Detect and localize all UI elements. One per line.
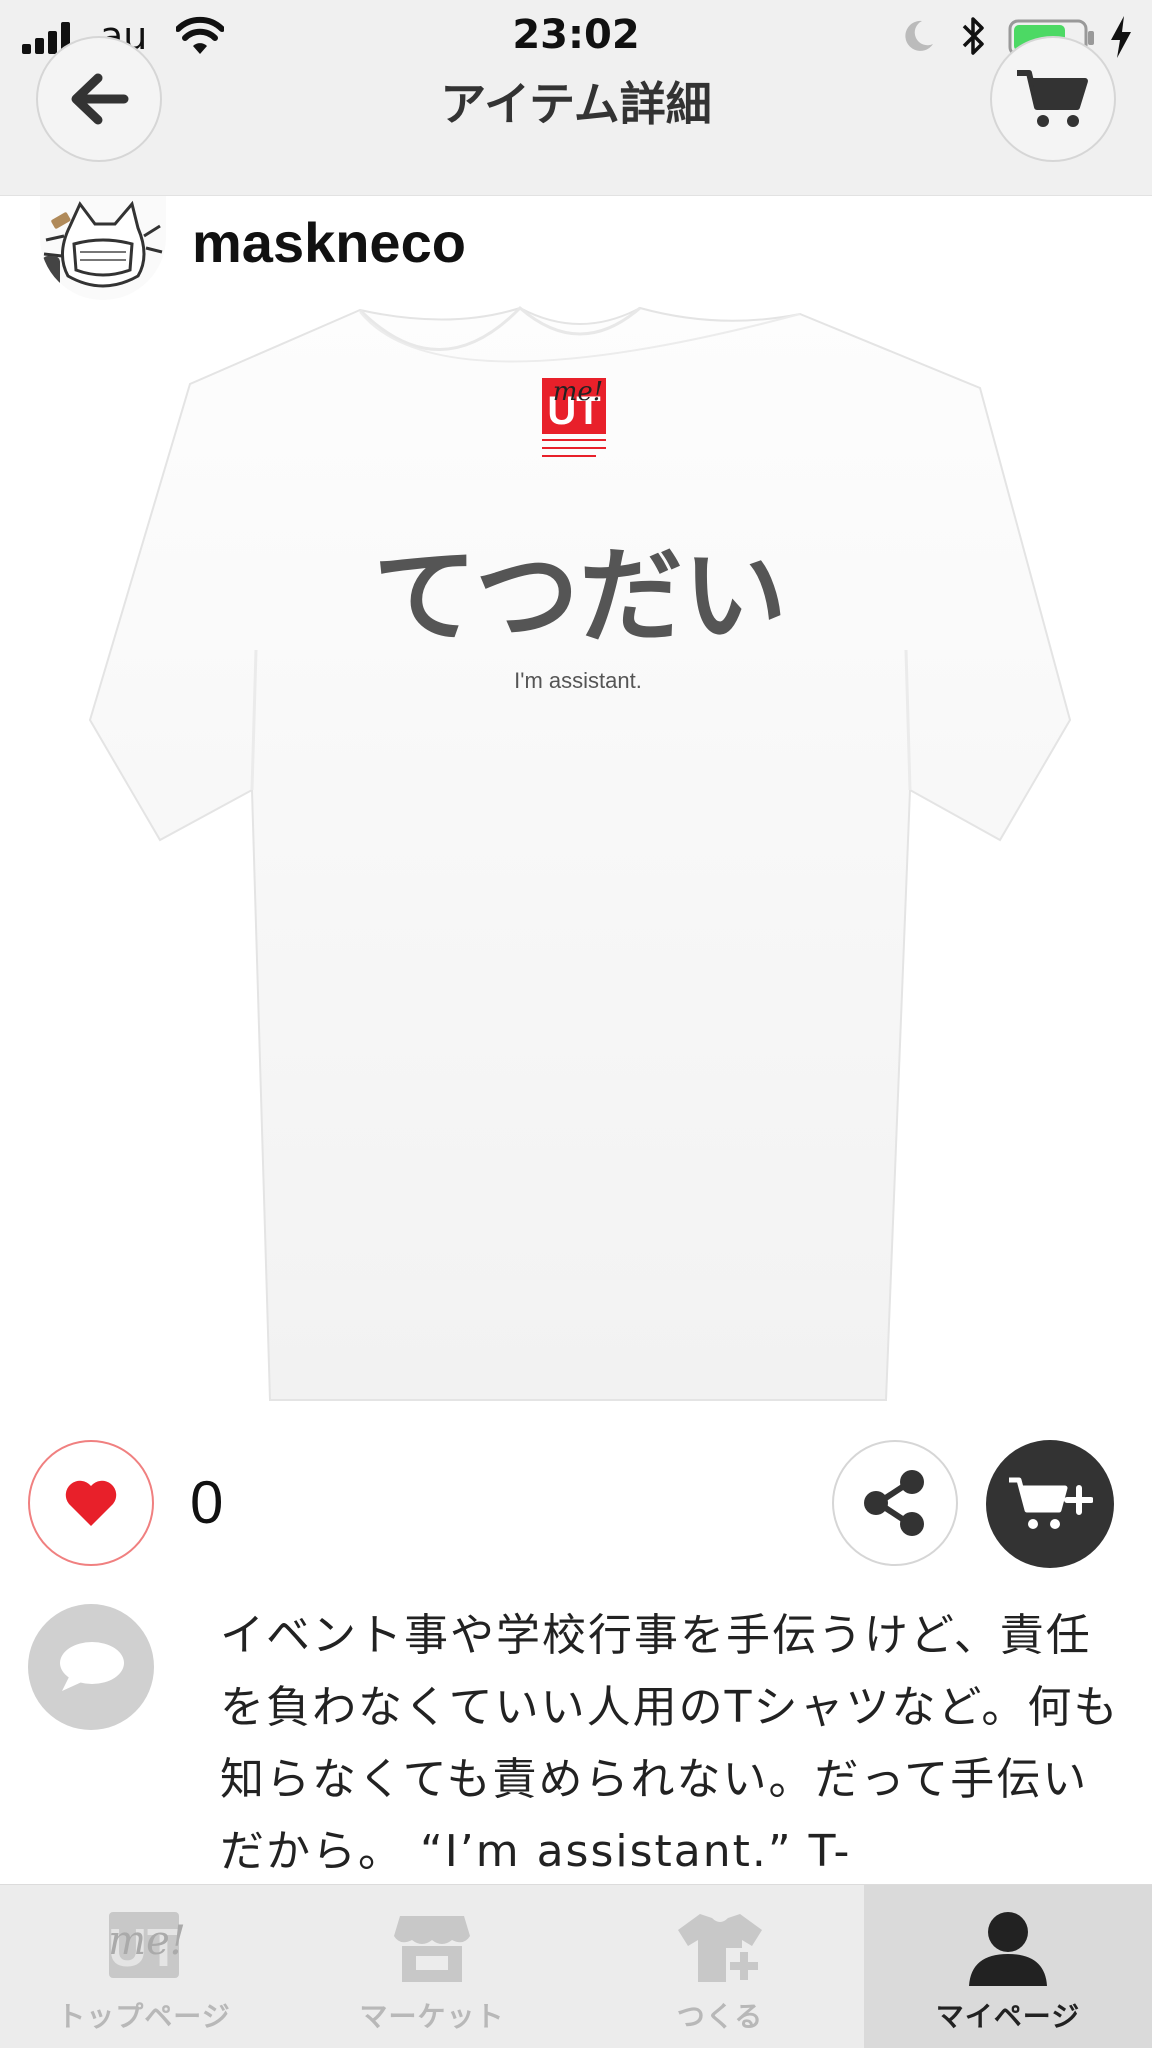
cart-button[interactable]: [990, 36, 1116, 162]
cart-plus-icon: [1009, 1477, 1093, 1529]
svg-text:me!: me!: [108, 1918, 186, 1964]
person-icon: [953, 1903, 1063, 1993]
ut-me-logo-icon: UT me!: [89, 1903, 199, 1993]
comment-button[interactable]: [28, 1604, 154, 1730]
add-to-cart-button[interactable]: [986, 1440, 1114, 1568]
avatar[interactable]: [40, 196, 166, 300]
product-image: UT me! てつだい I'm assistant.: [80, 300, 1080, 1410]
cat-mask-avatar-icon: [40, 196, 166, 300]
item-description: イベント事や学校行事を手伝うけど、責任を負わなくていい人用のTシャツなど。何も知…: [220, 1610, 1120, 1877]
shirt-plus-icon: [665, 1903, 775, 1993]
store-icon: [377, 1903, 487, 1993]
tag-me: me!: [553, 377, 604, 407]
tab-create[interactable]: つくる: [576, 1885, 864, 2048]
page-title: アイテム詳細: [440, 77, 712, 131]
tab-label: マイページ: [935, 2000, 1081, 2033]
print-sub-text: I'm assistant.: [514, 668, 642, 693]
user-row[interactable]: maskneco: [40, 196, 840, 306]
tshirt-image: UT me! てつだい I'm assistant.: [88, 305, 1072, 1401]
print-main-text: てつだい: [373, 535, 787, 657]
share-button[interactable]: [832, 1440, 958, 1566]
tab-label: マーケット: [359, 2000, 505, 2033]
cart-icon: [1017, 70, 1088, 127]
status-bar: au 23:02: [0, 0, 1152, 70]
header: au 23:02 アイテム詳細: [0, 0, 1152, 196]
tab-label: トップページ: [57, 2000, 231, 2033]
speech-bubble-icon: [60, 1642, 124, 1691]
tab-label: つくる: [676, 2000, 764, 2033]
moon-icon: [905, 20, 933, 51]
tab-bar: UT me! トップページ マーケット つくる マイページ: [0, 1884, 1152, 2048]
tab-market[interactable]: マーケット: [288, 1885, 576, 2048]
like-button[interactable]: [28, 1440, 154, 1566]
heart-icon: [65, 1480, 117, 1526]
tab-my-page[interactable]: マイページ: [864, 1885, 1152, 2048]
tab-top-page[interactable]: UT me! トップページ: [0, 1885, 288, 2048]
bluetooth-icon: [962, 17, 984, 55]
charging-icon: [1111, 16, 1131, 58]
share-icon: [864, 1470, 924, 1536]
like-count: 0: [190, 1469, 224, 1536]
username[interactable]: maskneco: [192, 210, 466, 275]
